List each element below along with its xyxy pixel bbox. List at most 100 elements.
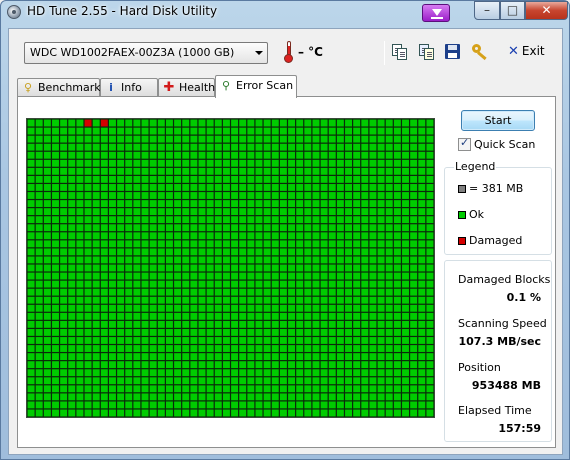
ok-block [117,159,125,167]
title-bar[interactable]: HD Tune 2.55 - Hard Disk Utility – □ ✕ [1,1,569,23]
start-button[interactable]: Start [461,110,535,131]
drive-select[interactable]: WDC WD1002FAEX-00Z3A (1000 GB) [24,42,268,64]
ok-block [92,304,100,312]
copy-text-icon[interactable] [391,43,409,61]
ok-block [157,264,165,272]
ok-block [304,224,312,232]
ok-block [361,264,369,272]
ok-block [426,200,434,207]
ok-block [328,272,336,280]
ok-block [369,240,377,248]
ok-block [336,200,344,207]
save-icon[interactable] [444,43,462,61]
ok-block [328,232,336,240]
ok-block [68,248,76,256]
ok-block [60,248,68,256]
ok-block [369,312,377,320]
ok-block [377,369,385,377]
ok-block [198,224,206,232]
close-button[interactable]: ✕ [525,1,568,20]
tab-info[interactable]: i Info [100,78,158,97]
ok-block [402,385,409,393]
ok-block [247,345,255,352]
ok-block [361,151,369,159]
ok-block [271,232,279,240]
ok-block [385,167,393,175]
tab-health[interactable]: ✚ Health [158,78,215,97]
ok-block [109,208,116,216]
legend-group: Legend = 381 MB Ok Damaged [444,160,552,255]
ok-block [304,304,312,312]
ok-block [377,151,385,159]
ok-block [271,329,279,336]
ok-block [369,401,377,409]
ok-block [402,232,409,240]
ok-block [133,184,141,191]
ok-block [361,377,369,385]
ok-block [117,393,125,401]
key-options-icon[interactable] [471,43,489,61]
ok-block [263,216,271,224]
maximize-button[interactable]: □ [500,1,525,20]
ok-block [35,151,43,159]
copy-screenshot-icon[interactable] [418,43,436,61]
ok-block [271,159,279,167]
ok-block [426,329,434,336]
ok-block [312,353,320,361]
ok-block [418,409,426,417]
ok-block [157,256,165,264]
ok-block [402,192,409,199]
ok-block [68,272,76,280]
ok-block [206,264,214,272]
ok-block [377,240,385,248]
ok-block [296,216,304,224]
ok-block [109,248,116,256]
ok-block [353,304,361,312]
quick-scan-checkbox[interactable]: Quick Scan [458,136,535,151]
ok-block [182,135,190,143]
ok-block [336,192,344,199]
ok-block [214,232,222,240]
ok-block [27,184,35,191]
ok-block [92,264,100,272]
update-download-icon[interactable] [422,4,450,22]
ok-block [174,151,182,159]
ok-block [320,240,328,248]
ok-block [336,135,344,143]
ok-block [141,280,149,288]
ok-block [231,216,239,224]
ok-block [353,232,361,240]
ok-block [92,377,100,385]
ok-block [125,184,133,191]
ok-block [255,369,263,377]
ok-block [157,409,165,417]
ok-block [100,248,108,256]
ok-block [27,288,35,296]
ok-block [393,337,401,344]
ok-block [304,272,312,280]
ok-block [361,175,369,183]
ok-block [60,361,68,369]
ok-block [206,337,214,344]
ok-block [426,393,434,401]
ok-block [304,409,312,417]
ok-block [247,353,255,361]
ok-block [141,264,149,272]
ok-block [182,127,190,135]
ok-block [263,192,271,199]
ok-block [336,167,344,175]
ok-block [174,200,182,207]
tab-benchmark[interactable]: ♀ Benchmark [17,78,101,97]
minimize-button[interactable]: – [474,1,500,20]
ok-block [165,216,173,224]
ok-block [133,175,141,183]
ok-block [109,224,116,232]
ok-block [190,401,198,409]
ok-block [214,296,222,304]
tab-error-scan[interactable]: ⚲ Error Scan [215,75,297,98]
exit-button[interactable]: ✕ Exit [508,44,545,59]
checkbox-checked-icon[interactable] [458,136,471,151]
ok-block [174,119,182,127]
ok-block [165,369,173,377]
ok-block [328,200,336,207]
